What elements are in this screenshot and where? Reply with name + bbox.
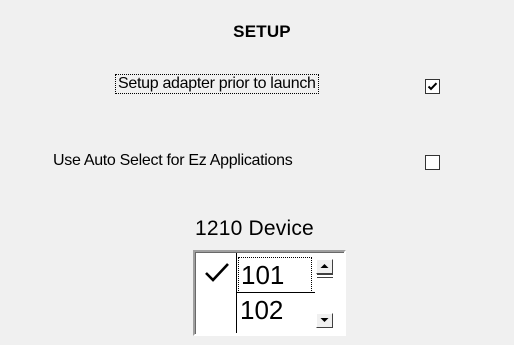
section-title: SETUP [233,22,291,41]
device-listbox[interactable]: 101 102 [193,250,346,336]
device-listbox-frame: 101 102 [195,252,344,334]
selection-indicator-column [196,253,236,333]
arrow-down-icon [320,318,329,322]
scroll-up-button[interactable] [316,259,333,274]
device-list: 101 102 [236,253,315,333]
setup-panel: SETUP Setup adapter prior to launch Use … [0,0,514,345]
setup-adapter-checkbox[interactable] [425,79,440,94]
auto-select-label[interactable]: Use Auto Select for Ez Applications [51,152,294,170]
arrow-up-icon [320,264,329,268]
setup-adapter-label[interactable]: Setup adapter prior to launch [115,74,319,94]
check-icon [205,263,229,282]
list-item-selected[interactable]: 101 [238,257,312,291]
check-icon [427,82,438,91]
device-label: 1210 Device [195,217,314,240]
auto-select-checkbox[interactable] [425,155,440,170]
list-item[interactable]: 102 [238,293,312,327]
scroll-down-button[interactable] [316,313,333,328]
scroll-track[interactable] [317,274,333,278]
